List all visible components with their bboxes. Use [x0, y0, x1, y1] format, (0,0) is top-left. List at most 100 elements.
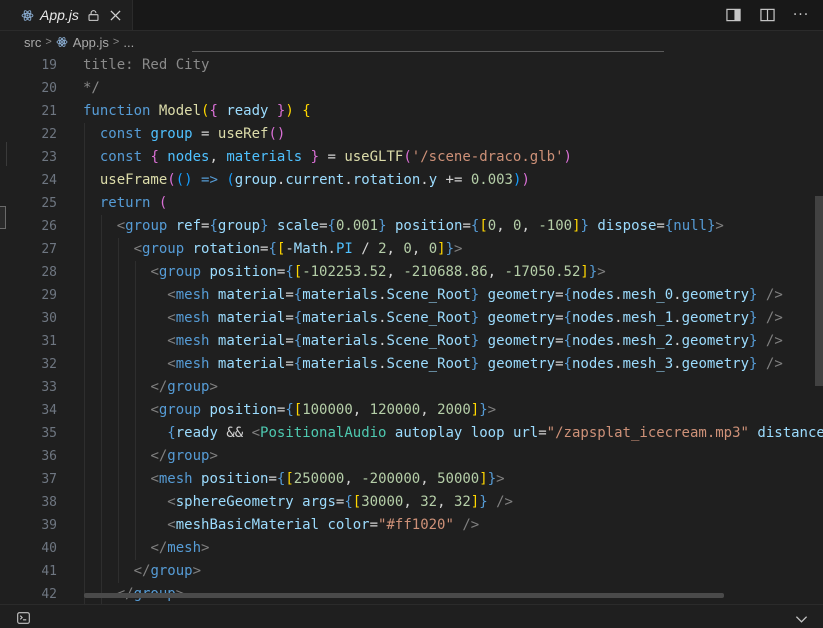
- code-token: .: [378, 356, 387, 372]
- code-line[interactable]: </group>: [83, 560, 823, 583]
- code-token: ,: [344, 471, 362, 487]
- code-token: <: [150, 402, 159, 418]
- breadcrumb-symbol[interactable]: ...: [123, 35, 134, 50]
- code-line[interactable]: return (: [83, 192, 823, 215]
- more-actions-button[interactable]: ···: [793, 7, 809, 23]
- line-number: 37: [41, 472, 57, 487]
- code-token: materials: [302, 356, 379, 372]
- code-line[interactable]: <sphereGeometry args={[30000, 32, 32]} /…: [83, 491, 823, 514]
- code-line[interactable]: const { nodes, materials } = useGLTF('/s…: [83, 146, 823, 169]
- code-token: material: [217, 356, 286, 372]
- code-token: [: [479, 218, 488, 234]
- line-number: 34: [41, 403, 57, 418]
- code-line[interactable]: <group position={[100000, 120000, 2000]}…: [83, 399, 823, 422]
- code-line[interactable]: </group>: [83, 445, 823, 468]
- code-token: 250000: [293, 471, 345, 487]
- code-token: .: [614, 356, 623, 372]
- horizontal-scrollbar[interactable]: [84, 593, 724, 598]
- code-line[interactable]: title: Red City: [83, 54, 823, 77]
- code-token: url: [512, 425, 539, 441]
- code-token: </: [150, 448, 168, 464]
- code-token: .: [614, 333, 623, 349]
- code-token: .: [344, 172, 353, 188]
- code-token: <: [167, 517, 176, 533]
- code-token: }: [470, 310, 480, 326]
- code-token: -17050.52: [504, 264, 581, 280]
- code-line[interactable]: const group = useRef(): [83, 123, 823, 146]
- code-line[interactable]: <mesh material={materials.Scene_Root} ge…: [83, 330, 823, 353]
- code-line[interactable]: {ready && <PositionalAudio autoplay loop…: [83, 422, 823, 445]
- code-line[interactable]: function Model({ ready }) {: [83, 100, 823, 123]
- code-token: (: [403, 149, 412, 165]
- code-token: {: [268, 241, 277, 257]
- code-line[interactable]: <meshBasicMaterial color="#ff1020" />: [83, 514, 823, 537]
- code-token: .: [673, 310, 682, 326]
- code-line[interactable]: </mesh>: [83, 537, 823, 560]
- code-token: <: [167, 356, 176, 372]
- code-line[interactable]: <mesh material={materials.Scene_Root} ge…: [83, 353, 823, 376]
- code-token: {: [344, 494, 353, 510]
- code-token: Scene_Root: [386, 287, 471, 303]
- code-token: {: [293, 310, 303, 326]
- code-token: =: [285, 287, 294, 303]
- code-token: Scene_Root: [386, 356, 471, 372]
- code-token: <: [167, 287, 176, 303]
- code-token: return: [99, 195, 159, 211]
- code-token: 30000: [361, 494, 404, 510]
- code-line[interactable]: useFrame(() => (group.current.rotation.y…: [83, 169, 823, 192]
- code-token: .: [327, 241, 336, 257]
- line-number: 29: [41, 288, 57, 303]
- breadcrumb-file[interactable]: App.js: [56, 35, 109, 50]
- code-token: <: [150, 471, 159, 487]
- code-token: </: [150, 540, 168, 556]
- code-token: (: [167, 172, 176, 188]
- code-line[interactable]: <group ref={group} scale={0.001} positio…: [83, 215, 823, 238]
- code-token: =: [285, 356, 294, 372]
- toggle-secondary-sidebar-button[interactable]: [725, 7, 741, 23]
- code-line[interactable]: */: [83, 77, 823, 100]
- code-content[interactable]: title: Red City */ function Model({ ready …: [83, 54, 823, 604]
- code-token: group: [158, 264, 210, 280]
- code-token: ,: [386, 264, 404, 280]
- terminal-icon[interactable]: [17, 609, 30, 624]
- line-number: 22: [41, 127, 57, 142]
- code-token: =: [319, 149, 345, 165]
- code-token: >: [715, 218, 724, 234]
- line-number: 36: [41, 449, 57, 464]
- close-icon[interactable]: [109, 8, 123, 22]
- breadcrumb-folder[interactable]: src: [24, 35, 41, 50]
- code-token: </: [150, 379, 168, 395]
- code-token: material: [217, 287, 286, 303]
- vertical-scrollbar[interactable]: [815, 196, 823, 386]
- code-token: const: [99, 149, 151, 165]
- code-token: .: [614, 310, 623, 326]
- code-editor[interactable]: 19 20 21 22 23 24 25 26 27 28 29 30 31 32 33 34 35 36 37 38…: [0, 54, 823, 604]
- tab-app-js[interactable]: App.js: [0, 0, 133, 30]
- code-line[interactable]: <mesh material={materials.Scene_Root} ge…: [83, 284, 823, 307]
- code-line[interactable]: <group position={[-102253.52, -210688.86…: [83, 261, 823, 284]
- code-token: ]: [580, 264, 589, 280]
- split-editor-button[interactable]: [759, 7, 775, 23]
- code-token: group: [150, 563, 193, 579]
- breadcrumb-scrollbar[interactable]: [192, 51, 664, 52]
- chevron-down-icon[interactable]: [795, 609, 809, 623]
- code-line[interactable]: <mesh material={materials.Scene_Root} ge…: [83, 307, 823, 330]
- code-token: -210688.86: [403, 264, 488, 280]
- line-number: 38: [41, 495, 57, 510]
- code-line[interactable]: <mesh position={[250000, -200000, 50000]…: [83, 468, 823, 491]
- tab-label: App.js: [40, 7, 79, 23]
- code-line[interactable]: <group rotation={[-Math.PI / 2, 0, 0]}>: [83, 238, 823, 261]
- code-token: {: [209, 218, 218, 234]
- code-token: ready: [226, 103, 269, 119]
- code-token: ,: [411, 241, 429, 257]
- code-line[interactable]: </group>: [83, 376, 823, 399]
- code-token: 0: [487, 218, 497, 234]
